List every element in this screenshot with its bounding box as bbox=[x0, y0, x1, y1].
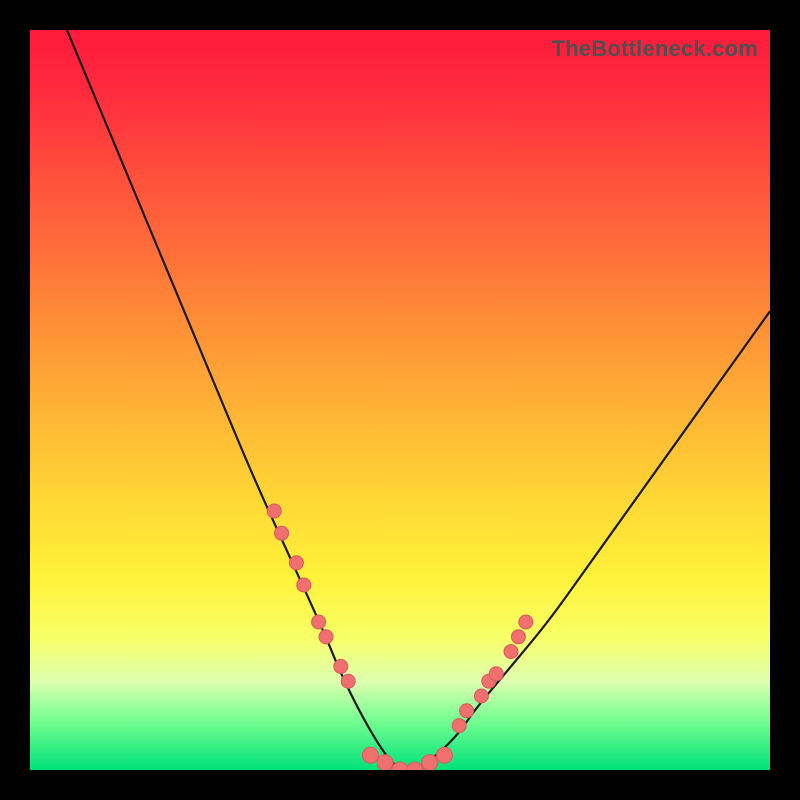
marker-dot bbox=[319, 630, 333, 644]
marker-dot bbox=[511, 630, 525, 644]
marker-dot bbox=[377, 755, 393, 770]
marker-dot bbox=[267, 504, 281, 518]
marker-dot bbox=[504, 645, 518, 659]
curve-markers bbox=[267, 504, 533, 770]
marker-dot bbox=[422, 755, 438, 770]
marker-dot bbox=[489, 667, 503, 681]
chart-svg bbox=[30, 30, 770, 770]
marker-dot bbox=[474, 689, 488, 703]
marker-dot bbox=[334, 659, 348, 673]
chart-frame: TheBottleneck.com bbox=[0, 0, 800, 800]
marker-dot bbox=[407, 762, 423, 770]
marker-dot bbox=[460, 704, 474, 718]
marker-dot bbox=[312, 615, 326, 629]
marker-dot bbox=[362, 747, 378, 763]
chart-plot-area: TheBottleneck.com bbox=[30, 30, 770, 770]
marker-dot bbox=[519, 615, 533, 629]
marker-dot bbox=[297, 578, 311, 592]
marker-dot bbox=[452, 719, 466, 733]
bottleneck-curve bbox=[67, 30, 770, 770]
marker-dot bbox=[275, 526, 289, 540]
marker-dot bbox=[289, 556, 303, 570]
marker-dot bbox=[436, 747, 452, 763]
marker-dot bbox=[341, 674, 355, 688]
